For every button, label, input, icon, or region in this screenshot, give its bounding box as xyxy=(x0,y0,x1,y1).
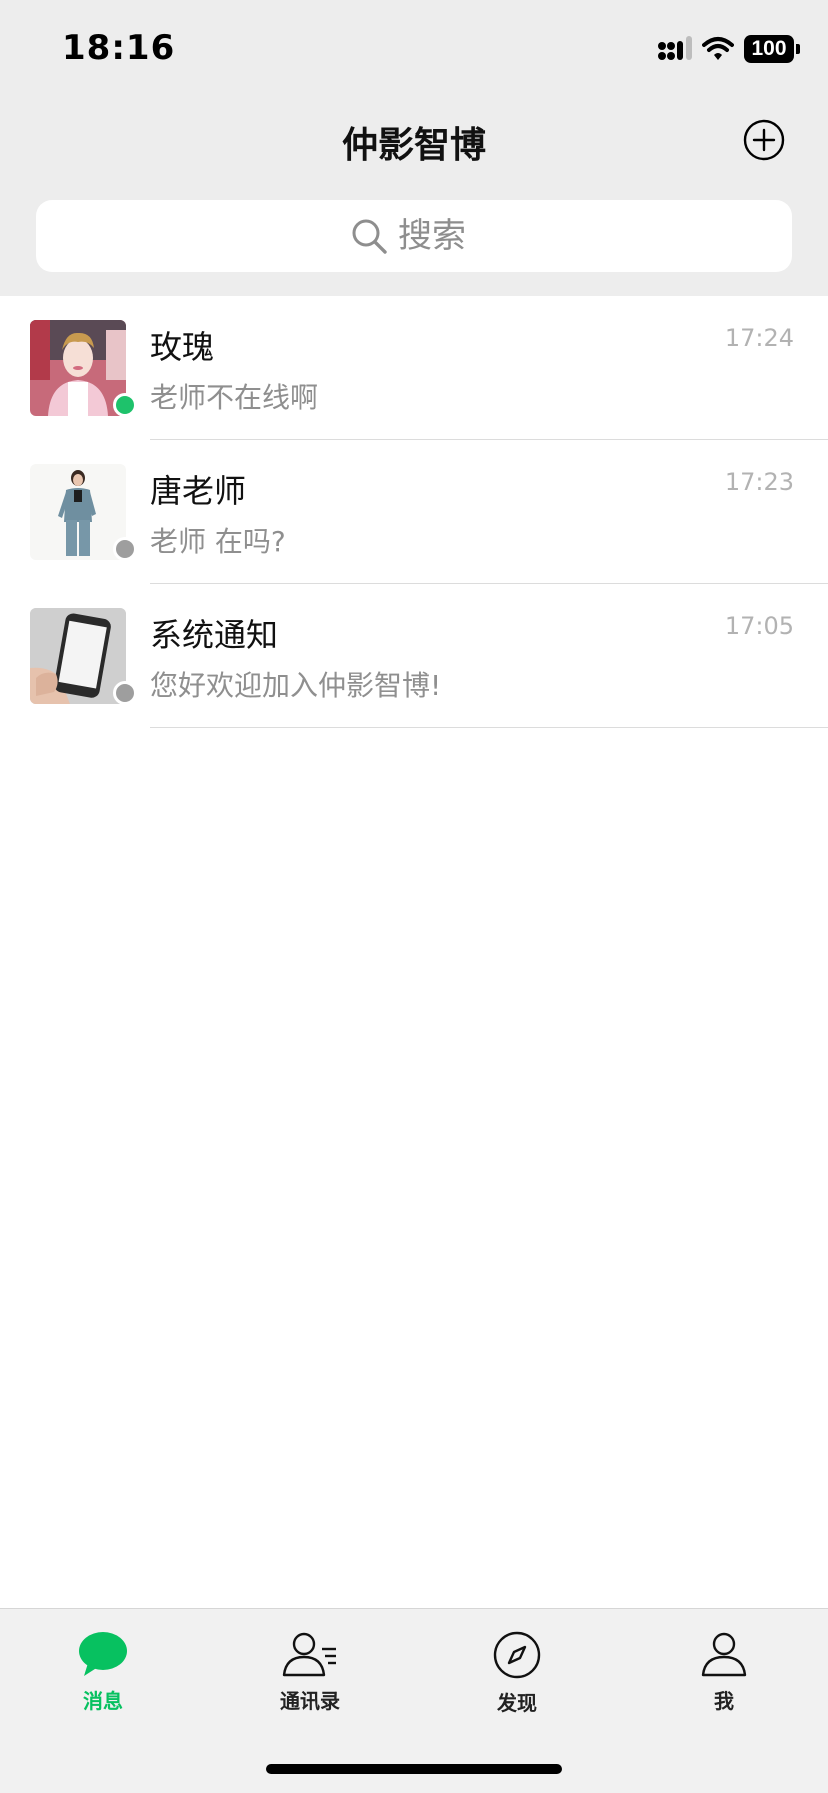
battery-indicator: 100 xyxy=(744,35,800,63)
avatar-image xyxy=(30,608,126,704)
chat-preview: 您好欢迎加入仲影智博! xyxy=(150,669,442,702)
avatar-image xyxy=(30,320,126,416)
tab-label: 发现 xyxy=(497,1691,537,1715)
cellular-signal-icon xyxy=(658,36,692,60)
online-status-dot xyxy=(113,393,137,417)
chat-item-teacher-tang[interactable]: 唐老师 老师 在吗? 17:23 xyxy=(0,440,828,584)
status-time: 18:16 xyxy=(62,28,176,68)
compass-icon xyxy=(493,1631,541,1679)
chat-item-system-notice[interactable]: 系统通知 您好欢迎加入仲影智博! 17:05 xyxy=(0,584,828,728)
wifi-icon xyxy=(702,37,734,60)
search-icon xyxy=(352,219,387,254)
person-icon xyxy=(701,1632,747,1677)
chat-time: 17:24 xyxy=(724,324,794,352)
chat-time: 17:23 xyxy=(724,468,794,496)
status-icons: 100 xyxy=(658,34,800,64)
tab-discover[interactable]: 发现 xyxy=(447,1631,587,1741)
chat-item-rose[interactable]: 玫瑰 老师不在线啊 17:24 xyxy=(0,296,828,440)
offline-status-dot xyxy=(113,681,137,705)
search-input[interactable] xyxy=(398,216,478,256)
chat-bubble-icon xyxy=(79,1632,127,1676)
tab-label: 通讯录 xyxy=(280,1689,340,1713)
search-bar[interactable] xyxy=(36,200,792,272)
chat-list: 玫瑰 老师不在线啊 17:24 唐老师 老师 在吗? 17:23 系统通知 您好… xyxy=(0,296,828,728)
tab-label: 消息 xyxy=(83,1689,123,1713)
chat-name: 玫瑰 xyxy=(150,328,215,366)
divider xyxy=(150,727,828,728)
chat-time: 17:05 xyxy=(724,612,794,640)
offline-status-dot xyxy=(113,537,137,561)
header-area: 18:16 100 仲影智博 xyxy=(0,0,828,296)
tab-messages[interactable]: 消息 xyxy=(33,1631,173,1741)
page-title: 仲影智博 xyxy=(341,125,486,166)
chat-name: 唐老师 xyxy=(150,472,247,510)
tab-label: 我 xyxy=(714,1689,734,1713)
tab-me[interactable]: 我 xyxy=(654,1631,794,1741)
chat-name: 系统通知 xyxy=(150,616,279,654)
contacts-icon xyxy=(282,1632,336,1677)
chat-preview: 老师 在吗? xyxy=(150,525,286,558)
home-indicator xyxy=(266,1764,562,1774)
avatar-image xyxy=(30,464,126,560)
tab-contacts[interactable]: 通讯录 xyxy=(240,1631,380,1741)
chat-preview: 老师不在线啊 xyxy=(150,381,319,414)
add-plus-icon[interactable] xyxy=(743,119,785,161)
